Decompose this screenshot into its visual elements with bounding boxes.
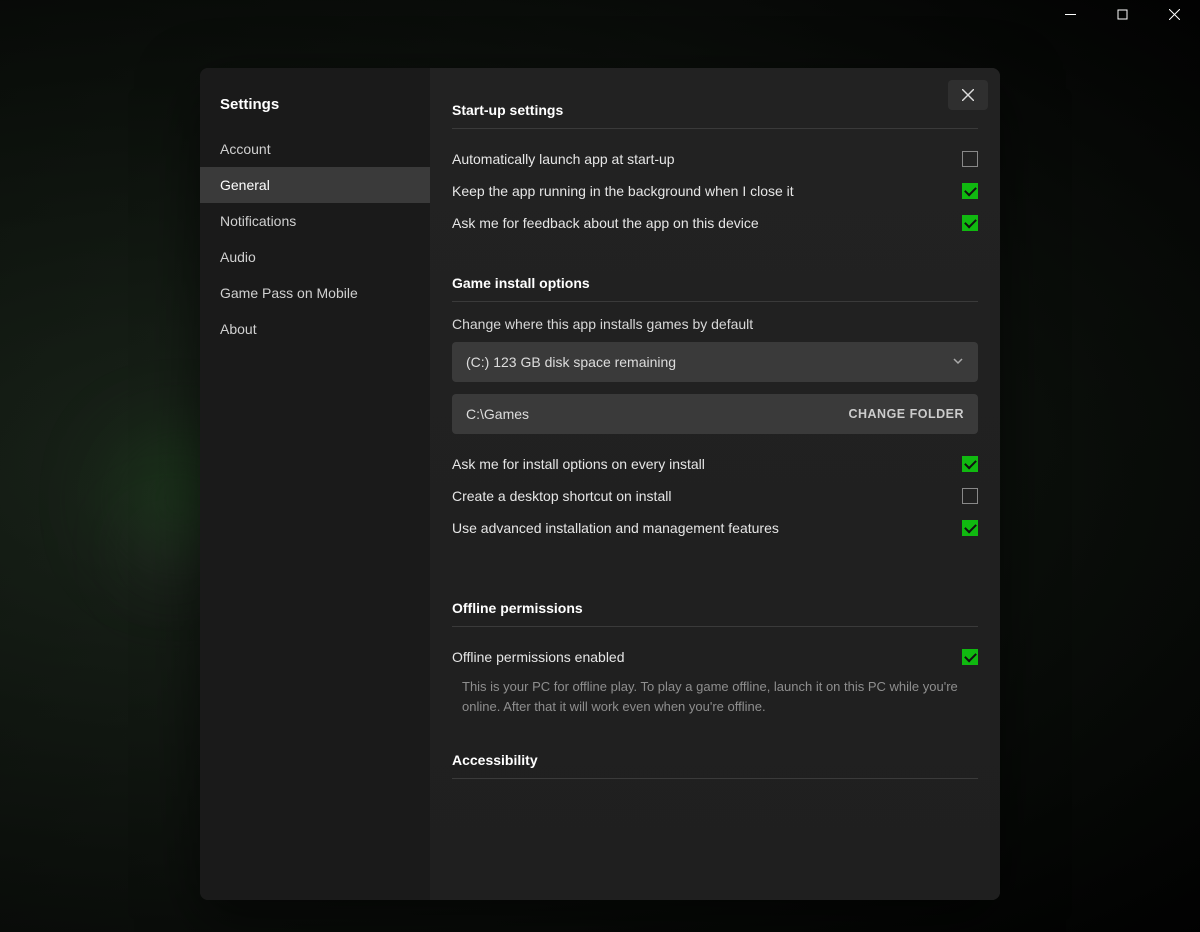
section-title: Start-up settings xyxy=(452,102,978,129)
setting-ask-feedback: Ask me for feedback about the app on thi… xyxy=(452,207,978,239)
sidebar-item-audio[interactable]: Audio xyxy=(200,239,430,275)
checkbox-ask-install-options[interactable] xyxy=(962,456,978,472)
setting-ask-install-options: Ask me for install options on every inst… xyxy=(452,448,978,480)
offline-hint-text: This is your PC for offline play. To pla… xyxy=(452,673,978,716)
sidebar-item-account[interactable]: Account xyxy=(200,131,430,167)
checkbox-desktop-shortcut[interactable] xyxy=(962,488,978,504)
section-accessibility: Accessibility xyxy=(452,752,978,779)
section-install: Game install options Change where this a… xyxy=(452,275,978,544)
checkbox-ask-feedback[interactable] xyxy=(962,215,978,231)
setting-desktop-shortcut: Create a desktop shortcut on install xyxy=(452,480,978,512)
setting-label: Offline permissions enabled xyxy=(452,649,962,665)
background-blob xyxy=(140,520,200,580)
install-folder-path: C:\Games xyxy=(466,406,529,422)
drive-select-value: (C:) 123 GB disk space remaining xyxy=(466,354,676,370)
window-minimize-button[interactable] xyxy=(1048,0,1092,28)
setting-label: Automatically launch app at start-up xyxy=(452,151,962,167)
section-title: Accessibility xyxy=(452,752,978,779)
checkbox-offline-enabled[interactable] xyxy=(962,649,978,665)
setting-label: Create a desktop shortcut on install xyxy=(452,488,962,504)
settings-dialog: Settings Account General Notifications A… xyxy=(200,68,1000,900)
setting-keep-running: Keep the app running in the background w… xyxy=(452,175,978,207)
install-folder-row: C:\Games CHANGE FOLDER xyxy=(452,394,978,434)
close-icon xyxy=(962,89,974,101)
section-title: Game install options xyxy=(452,275,978,302)
maximize-icon xyxy=(1117,9,1128,20)
setting-label: Use advanced installation and management… xyxy=(452,520,962,536)
sidebar-item-about[interactable]: About xyxy=(200,311,430,347)
setting-label: Keep the app running in the background w… xyxy=(452,183,962,199)
window-titlebar xyxy=(1048,0,1200,32)
close-icon xyxy=(1169,9,1180,20)
dialog-close-button[interactable] xyxy=(948,80,988,110)
minimize-icon xyxy=(1065,9,1076,20)
window-maximize-button[interactable] xyxy=(1100,0,1144,28)
change-folder-button[interactable]: CHANGE FOLDER xyxy=(848,407,964,421)
setting-label: Ask me for install options on every inst… xyxy=(452,456,962,472)
checkbox-advanced-install[interactable] xyxy=(962,520,978,536)
sidebar-item-general[interactable]: General xyxy=(200,167,430,203)
sidebar-item-notifications[interactable]: Notifications xyxy=(200,203,430,239)
window-close-button[interactable] xyxy=(1152,0,1196,28)
sidebar-item-game-pass-mobile[interactable]: Game Pass on Mobile xyxy=(200,275,430,311)
settings-content: Start-up settings Automatically launch a… xyxy=(430,68,1000,900)
section-startup: Start-up settings Automatically launch a… xyxy=(452,102,978,239)
checkbox-keep-running[interactable] xyxy=(962,183,978,199)
setting-advanced-install: Use advanced installation and management… xyxy=(452,512,978,544)
setting-auto-launch: Automatically launch app at start-up xyxy=(452,143,978,175)
install-location-label: Change where this app installs games by … xyxy=(452,316,978,332)
chevron-down-icon xyxy=(952,354,964,370)
section-offline: Offline permissions Offline permissions … xyxy=(452,600,978,716)
section-title: Offline permissions xyxy=(452,600,978,627)
drive-select[interactable]: (C:) 123 GB disk space remaining xyxy=(452,342,978,382)
setting-offline-enabled: Offline permissions enabled xyxy=(452,641,978,673)
settings-sidebar: Settings Account General Notifications A… xyxy=(200,68,430,900)
checkbox-auto-launch[interactable] xyxy=(962,151,978,167)
setting-label: Ask me for feedback about the app on thi… xyxy=(452,215,962,231)
sidebar-title: Settings xyxy=(200,88,430,131)
